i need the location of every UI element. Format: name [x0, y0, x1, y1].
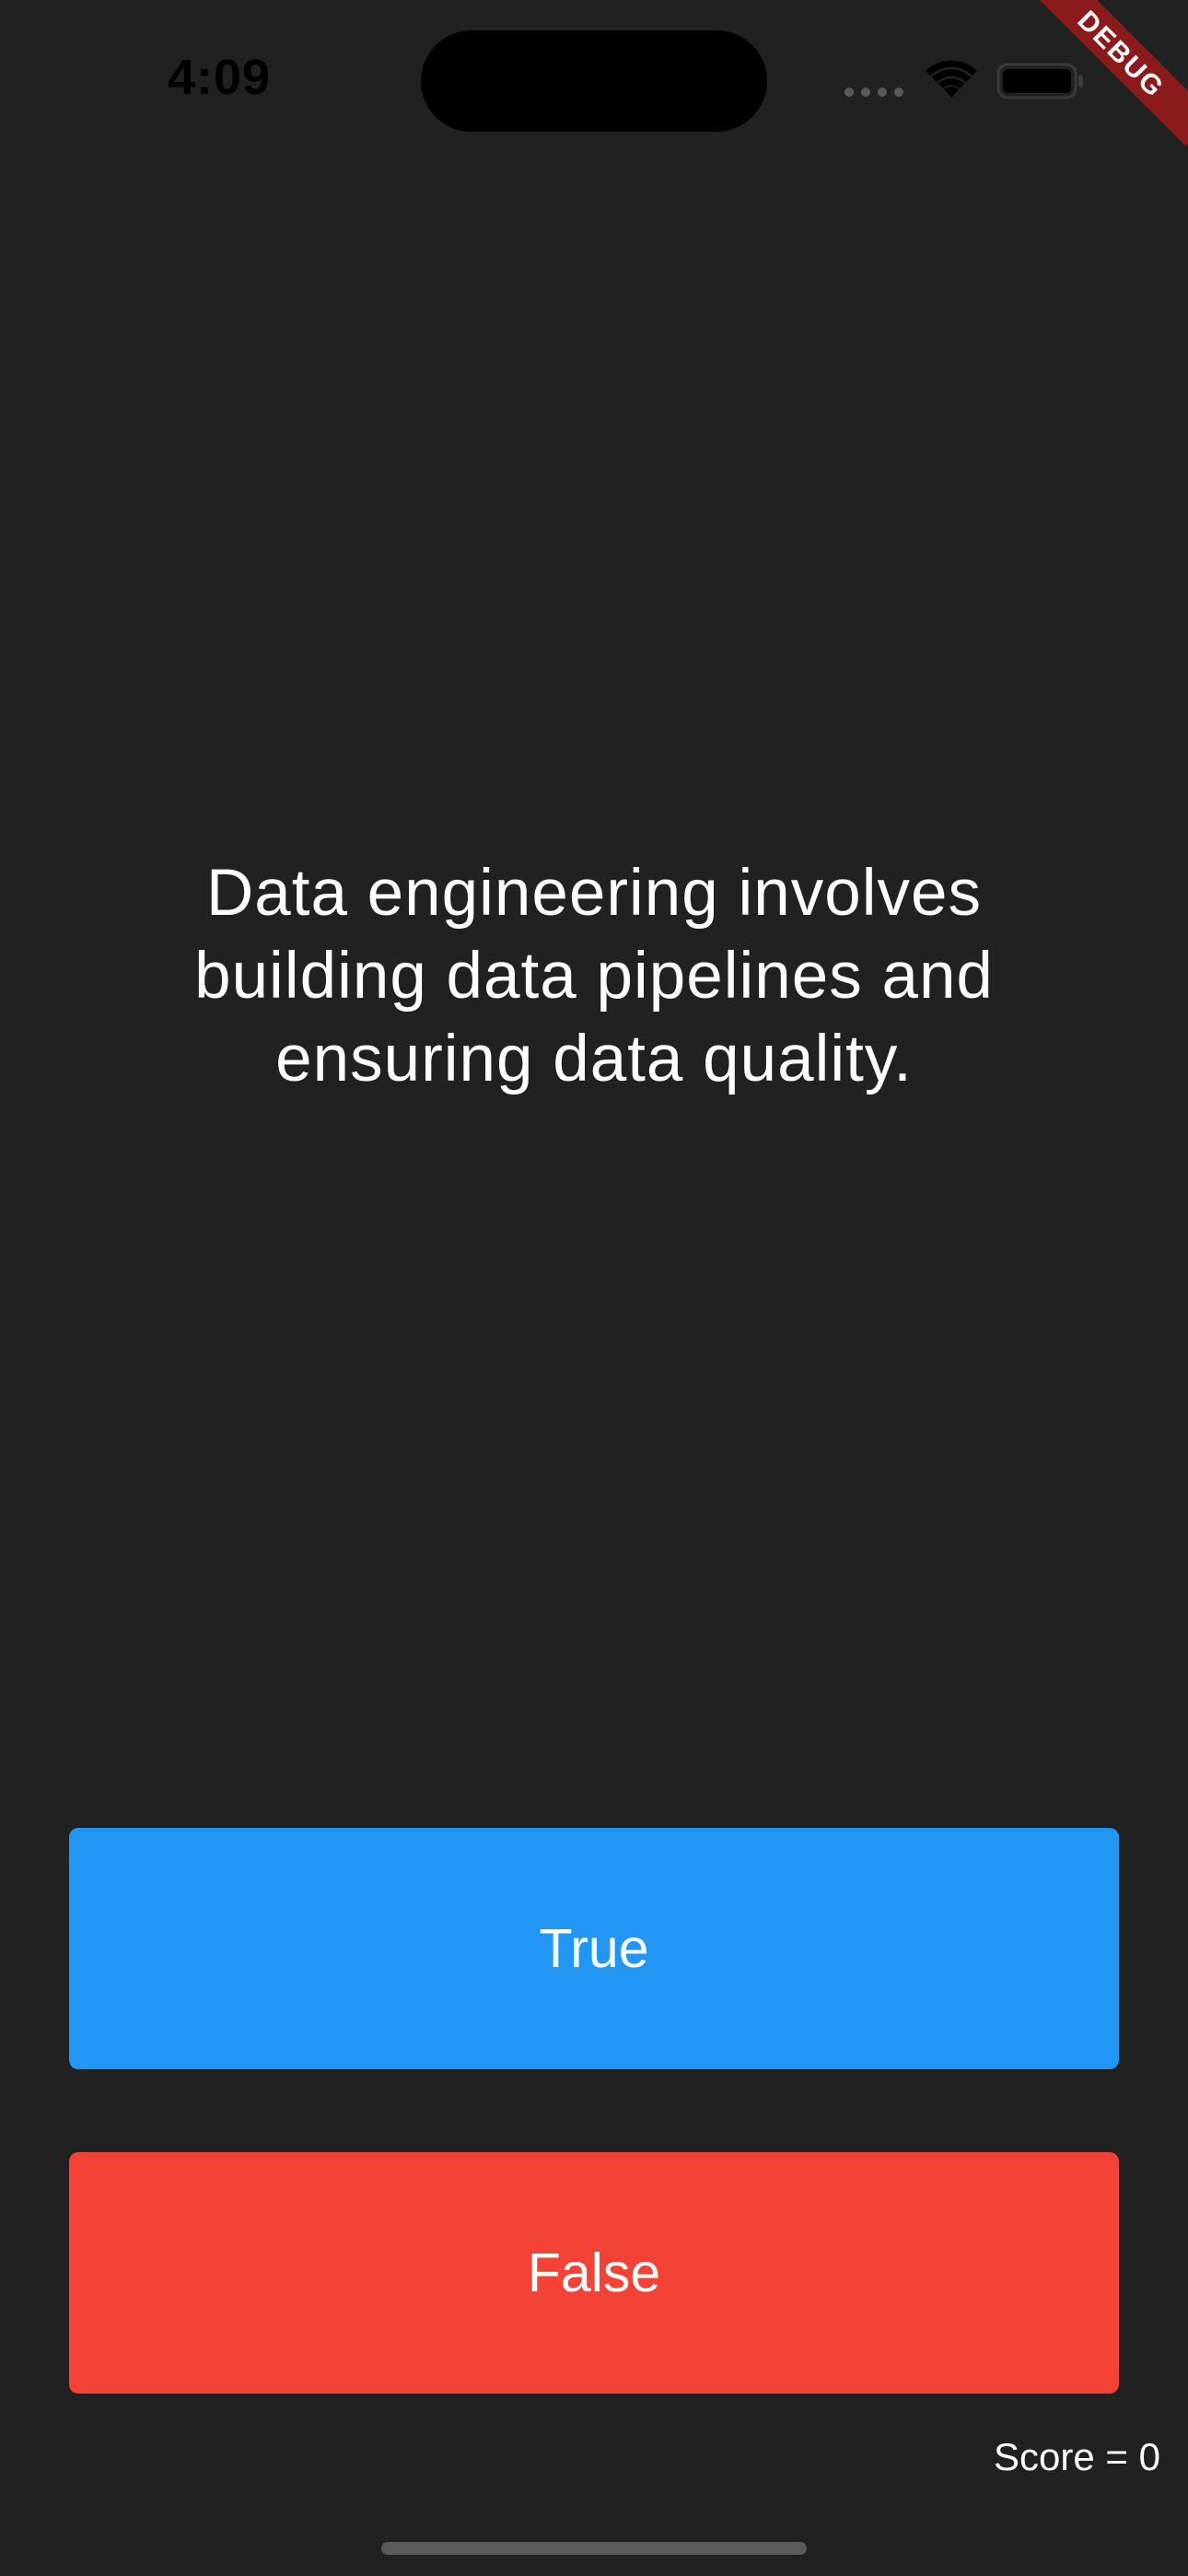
debug-label: DEBUG	[1071, 6, 1170, 104]
question-line-1: Data engineering involves	[205, 857, 983, 930]
battery-icon	[996, 63, 1083, 100]
false-button[interactable]: False	[69, 2152, 1119, 2394]
status-time: 4:09	[168, 50, 272, 105]
home-indicator[interactable]	[381, 2542, 807, 2555]
question-text: Data engineering involves building data …	[194, 852, 994, 1101]
question-line-3: ensuring data quality.	[275, 1023, 913, 1095]
score-text: Score = 0	[994, 2435, 1160, 2478]
dynamic-island	[421, 30, 767, 132]
cellular-signal-icon	[844, 88, 903, 97]
question-container: Data engineering involves building data …	[92, 848, 1096, 1106]
question-line-2: building data pipelines and	[194, 940, 994, 1013]
true-button-label: True	[539, 1918, 649, 1979]
wifi-icon	[926, 60, 977, 98]
false-button-label: False	[527, 2242, 661, 2303]
true-button[interactable]: True	[69, 1828, 1119, 2069]
